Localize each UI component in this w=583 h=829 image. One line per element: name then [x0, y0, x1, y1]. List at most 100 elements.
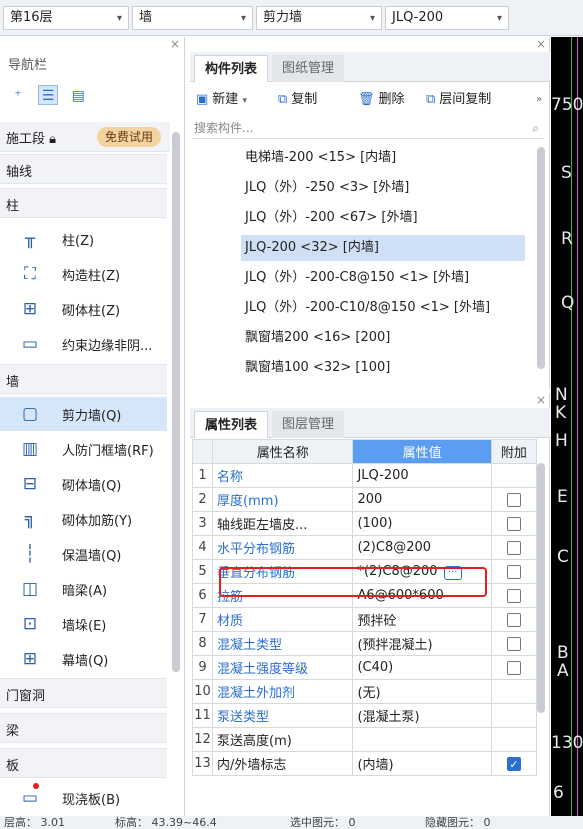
list-view-icon[interactable]: ☰	[38, 85, 59, 105]
table-row[interactable]: 13 内/外墙标志 (内墙) ✓	[191, 751, 538, 776]
properties-panel: × 属性列表 图层管理 属性名称 属性值 附加 1 名称 JLQ-200 2 厚…	[190, 393, 550, 816]
tab-drawing-management[interactable]: 图纸管理	[272, 55, 345, 82]
property-value[interactable]: (预拌混凝土)	[352, 631, 492, 656]
table-row[interactable]: 2 厚度(mm) 200	[191, 487, 538, 512]
component-select[interactable]: JLQ-200 ▾	[385, 6, 509, 30]
property-value[interactable]: JLQ-200	[352, 463, 492, 488]
delete-button[interactable]: 🗑︎ 删除	[358, 89, 405, 111]
status-selected-count: 选中图元： 0	[290, 816, 356, 829]
table-row[interactable]: 8 混凝土类型 (预拌混凝土)	[191, 631, 538, 656]
table-row[interactable]: 12 泵送高度(m)	[191, 727, 538, 752]
component-item[interactable]: JLQ（外）-200-C8@150 <1> [外墙]	[241, 265, 525, 291]
close-icon[interactable]: ×	[170, 37, 180, 51]
nav-category-beam[interactable]: 梁	[0, 713, 167, 743]
table-row[interactable]: 1 名称 JLQ-200	[191, 463, 538, 488]
component-item[interactable]: JLQ（外）-200 <67> [外墙]	[241, 205, 525, 231]
nav-item-civil-defense-wall[interactable]: ▥ 人防门框墙(RF)	[0, 432, 167, 466]
nav-item-cast-slab[interactable]: ▭ 现浇板(B)	[0, 781, 167, 815]
property-value[interactable]: (混凝土泵)	[352, 703, 492, 728]
nav-item-struct-column[interactable]: ⛶ 构造柱(Z)	[0, 257, 167, 291]
category-select[interactable]: 墙 ▾	[132, 6, 253, 30]
property-value[interactable]: (无)	[352, 679, 492, 704]
properties-scrollbar[interactable]	[537, 463, 545, 713]
property-name: 名称	[212, 463, 354, 488]
component-item[interactable]: 飘窗墙100 <32> [100]	[241, 355, 525, 381]
property-value[interactable]: 预拌砼	[352, 607, 492, 632]
nav-item-column[interactable]: ╥ 柱(Z)	[0, 222, 167, 256]
table-row[interactable]: 9 混凝土强度等级 (C40)	[191, 655, 538, 680]
nav-item-curtain-wall[interactable]: ⊞ 幕墙(Q)	[0, 642, 167, 676]
property-value[interactable]: (C40)	[352, 655, 492, 680]
nav-category-slab[interactable]: 板	[0, 748, 167, 778]
nav-scrollbar[interactable]	[172, 132, 180, 672]
nav-category-column[interactable]: 柱	[0, 188, 167, 218]
table-row[interactable]: 3 轴线距左墙皮... (100)	[191, 511, 538, 536]
component-item-selected[interactable]: JLQ-200 <32> [内墙]	[241, 235, 525, 261]
tab-layer-management[interactable]: 图层管理	[272, 411, 345, 438]
component-search-input[interactable]: 搜索构件... ⌕	[192, 117, 545, 139]
table-row[interactable]: 7 材质 预拌砼	[191, 607, 538, 632]
copy-button[interactable]: ⧉ 复制	[278, 89, 317, 111]
component-scrollbar[interactable]	[537, 147, 545, 369]
new-icon: ▣	[196, 92, 209, 107]
property-value[interactable]: (100)	[352, 511, 492, 536]
component-item[interactable]: 电梯墙-200 <15> [内墙]	[241, 145, 525, 171]
property-value[interactable]: 200	[352, 487, 492, 512]
extra-checkbox-checked[interactable]: ✓	[506, 756, 521, 771]
component-item[interactable]: JLQ（外）-200-C10/8@150 <1> [外墙]	[241, 295, 525, 321]
chevron-down-icon: ▾	[369, 13, 375, 24]
nav-item-insulation-wall[interactable]: ┆ 保温墙(Q)	[0, 537, 167, 571]
extra-checkbox[interactable]	[506, 660, 521, 675]
extra-cell	[490, 631, 538, 656]
floor-copy-button[interactable]: ⧉ 层间复制	[426, 89, 491, 111]
extra-checkbox[interactable]	[506, 540, 521, 555]
grid-view-icon[interactable]: ▤	[68, 86, 88, 106]
extra-checkbox[interactable]	[506, 492, 521, 507]
component-item[interactable]: 飘窗墙200 <16> [200]	[241, 325, 525, 351]
nav-item-masonry-rebar[interactable]: ╗ 砌体加筋(Y)	[0, 502, 167, 536]
floor-select[interactable]: 第16层 ▾	[3, 6, 129, 30]
extra-cell	[490, 535, 538, 560]
extra-checkbox[interactable]	[506, 636, 521, 651]
extra-cell	[490, 703, 538, 728]
type-select[interactable]: 剪力墙 ▾	[256, 6, 382, 30]
nav-item-label: 砌体柱(Z)	[62, 304, 121, 319]
tab-properties[interactable]: 属性列表	[194, 411, 269, 438]
highlight-box	[219, 567, 487, 597]
nav-item-masonry-wall[interactable]: ⊟ 砌体墙(Q)	[0, 467, 167, 501]
extra-checkbox[interactable]	[506, 612, 521, 627]
add-icon[interactable]: ⁺	[8, 86, 28, 106]
property-value[interactable]: (内墙)	[352, 751, 492, 776]
top-toolbar: 第16层 ▾ 墙 ▾ 剪力墙 ▾ JLQ-200 ▾	[0, 0, 583, 36]
table-row[interactable]: 10 混凝土外加剂 (无)	[191, 679, 538, 704]
nav-category-axis[interactable]: 轴线	[0, 154, 167, 184]
extra-checkbox[interactable]	[506, 588, 521, 603]
nav-item-masonry-column[interactable]: ⊞ 砌体柱(Z)	[0, 292, 167, 326]
close-icon[interactable]: ×	[536, 393, 546, 407]
property-name: 内/外墙标志	[212, 751, 354, 776]
component-item[interactable]: JLQ（外）-250 <3> [外墙]	[241, 175, 525, 201]
tab-component-list[interactable]: 构件列表	[194, 55, 269, 82]
property-name: 材质	[212, 607, 354, 632]
property-name: 混凝土外加剂	[212, 679, 354, 704]
nav-item-shear-wall[interactable]: ▢ 剪力墙(Q)	[0, 397, 167, 431]
property-value[interactable]: (2)C8@200	[352, 535, 492, 560]
canvas-dimension-label: 130	[551, 733, 583, 753]
more-icon[interactable]: »	[536, 89, 542, 111]
free-trial-badge[interactable]: 免费试用	[97, 127, 162, 147]
nav-item-hidden-beam[interactable]: ◫ 暗梁(A)	[0, 572, 167, 606]
table-row[interactable]: 11 泵送类型 (混凝土泵)	[191, 703, 538, 728]
extra-checkbox[interactable]	[506, 516, 521, 531]
nav-item-wall-pier[interactable]: ⊡ 墙垛(E)	[0, 607, 167, 641]
nav-category-door-window[interactable]: 门窗洞	[0, 678, 167, 708]
close-icon[interactable]: ×	[536, 37, 546, 51]
nav-category-wall[interactable]: 墙	[0, 364, 167, 394]
new-button[interactable]: ▣ 新建 ▾	[196, 89, 247, 111]
extra-checkbox[interactable]	[506, 564, 521, 579]
property-value[interactable]	[352, 727, 492, 752]
nav-item-edge-member[interactable]: ▭ 约束边缘非阴...	[0, 327, 167, 361]
drawing-canvas[interactable]: 750 S R Q N K H E C B A 130 6	[551, 37, 583, 816]
table-row[interactable]: 4 水平分布钢筋 (2)C8@200	[191, 535, 538, 560]
extra-cell	[490, 511, 538, 536]
status-elevation: 标高： 43.39~46.4	[115, 816, 217, 829]
